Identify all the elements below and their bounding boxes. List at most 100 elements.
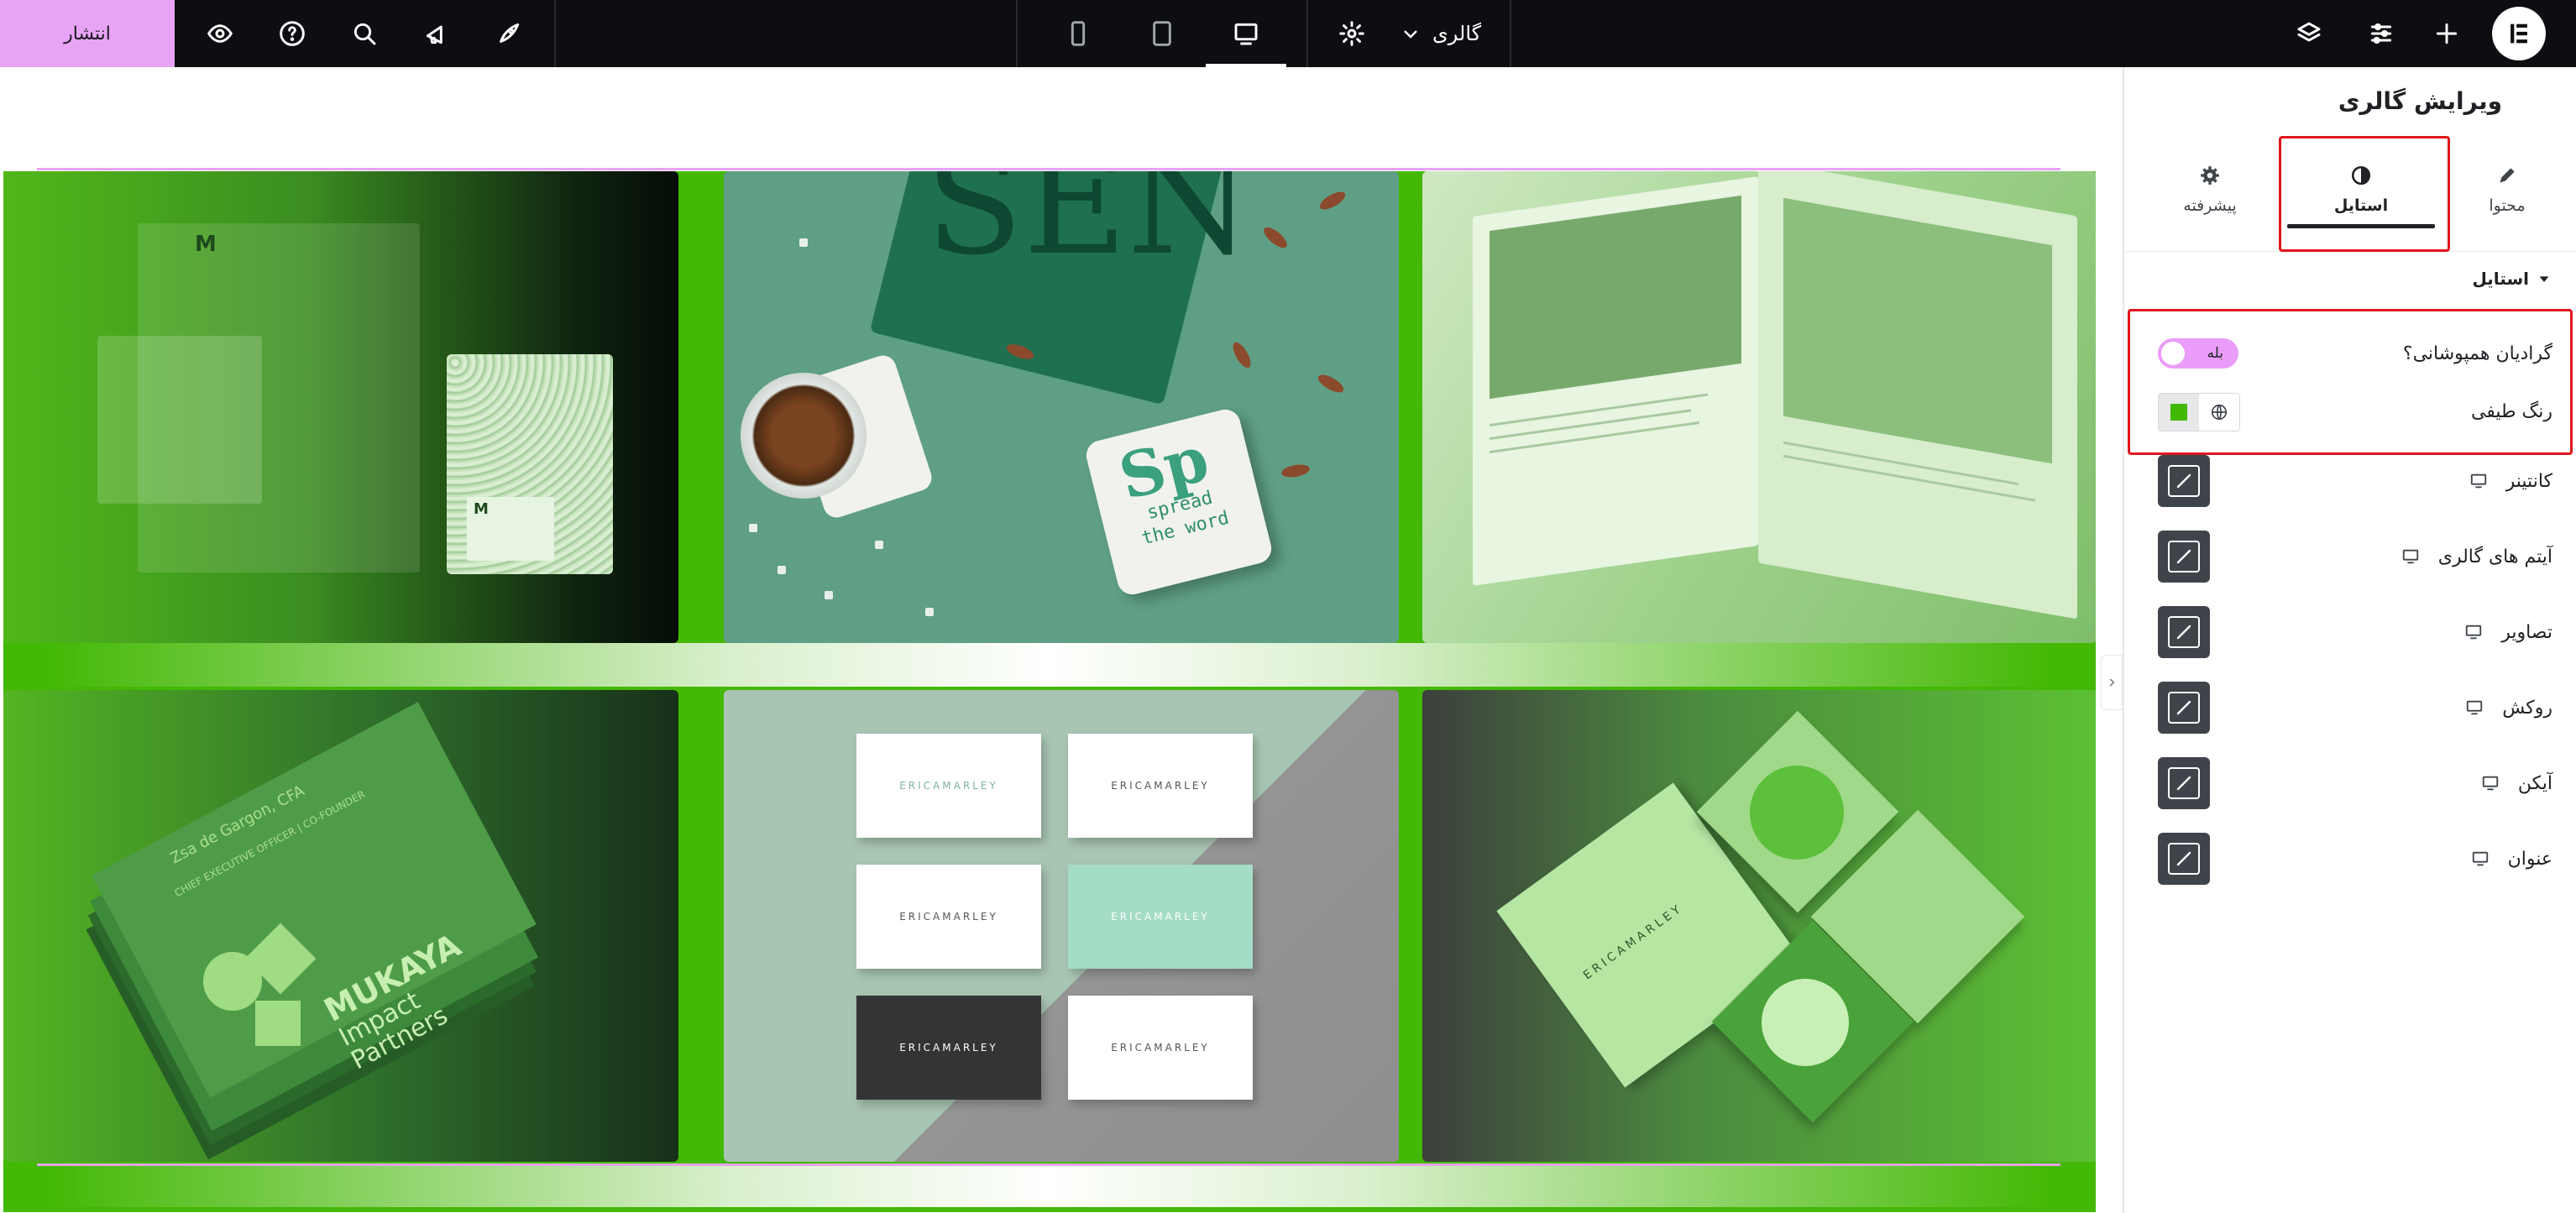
global-colors-button[interactable] xyxy=(2199,394,2239,431)
images-edit-button[interactable] xyxy=(2158,606,2210,658)
dried-leaf xyxy=(1229,339,1254,371)
panel-tabs: پیشرفته استایل محتوا xyxy=(2124,126,2576,252)
gallery-items-label: آیتم های گالری xyxy=(2437,546,2552,567)
publish-button[interactable]: انتشار xyxy=(0,0,175,67)
editor-canvas: M M SEN Sp spread the word Zsa de Gargon… xyxy=(0,67,2123,1213)
gallery-item-book[interactable] xyxy=(1422,171,2096,643)
color-swatch-button[interactable] xyxy=(2159,394,2199,431)
half-circle-icon xyxy=(2351,165,2371,186)
pencil-icon xyxy=(2176,625,2191,640)
control-images: تصاویر xyxy=(2124,606,2576,658)
teacup xyxy=(741,373,867,499)
page-photo xyxy=(1783,197,2052,464)
desktop-icon xyxy=(1234,23,1258,45)
salt-grain xyxy=(778,566,786,574)
business-card: ERICAMARLEY xyxy=(856,996,1041,1100)
announcement-icon[interactable] xyxy=(420,17,453,50)
section-title: استایل xyxy=(2472,269,2529,289)
chevron-down-icon xyxy=(1404,30,1417,39)
overlay-edit-button[interactable] xyxy=(2158,682,2210,734)
gallery-item-stationery[interactable]: M M xyxy=(3,171,678,643)
control-container: کانتینر xyxy=(2124,455,2576,507)
container-edit-button[interactable] xyxy=(2158,455,2210,507)
spectrum-color-label: رنگ طیفی xyxy=(2470,400,2552,422)
control-label-wrap: تصاویر xyxy=(2464,606,2552,658)
logo-mark: M xyxy=(474,500,489,518)
tablet-icon xyxy=(1153,21,1171,46)
gallery-widget[interactable]: M M SEN Sp spread the word Zsa de Gargon… xyxy=(3,171,2096,1212)
title-edit-button[interactable] xyxy=(2158,833,2210,885)
chevron-right-icon xyxy=(2109,678,2115,687)
gallery-item-square-cards[interactable]: ERICAMARLEY xyxy=(1422,690,2096,1162)
top-bar: انتشار گالری xyxy=(0,0,2576,67)
editor-panel: ویرایش گالری پیشرفته استایل محتوا استایل… xyxy=(2123,67,2576,1213)
circle-print xyxy=(1750,766,1844,860)
logo-mark: M xyxy=(195,232,217,257)
section-toggle-style[interactable]: استایل xyxy=(2472,269,2551,289)
toolbar-separator xyxy=(1306,0,1308,67)
page-photo xyxy=(1490,195,1741,400)
device-desktop-tab[interactable] xyxy=(1206,0,1286,67)
gallery-item-erica-cards[interactable]: ERICAMARLEY ERICAMARLEY ERICAMARLEY ERIC… xyxy=(724,690,1399,1162)
desktop-icon xyxy=(2472,851,2488,866)
gradient-band xyxy=(3,643,2096,687)
gallery-item-business-cards[interactable]: Zsa de Gargon, CFA CHIEF EXECUTIVE OFFIC… xyxy=(3,690,678,1162)
circle-print xyxy=(1762,979,1849,1066)
plus-icon[interactable] xyxy=(2430,17,2463,50)
search-icon[interactable] xyxy=(348,17,381,50)
control-label-wrap: آیکن xyxy=(2481,757,2552,809)
pencil-icon xyxy=(2500,168,2515,183)
tab-style[interactable]: استایل xyxy=(2279,139,2443,240)
tab-advanced[interactable]: پیشرفته xyxy=(2128,139,2292,240)
control-label-wrap: کانتینر xyxy=(2469,455,2552,507)
panel-title: ویرایش گالری xyxy=(2338,87,2502,115)
sliders-icon[interactable] xyxy=(2364,17,2398,50)
control-spectrum-color: رنگ طیفی xyxy=(2124,386,2576,437)
desktop-icon xyxy=(2470,473,2486,489)
pencil-icon xyxy=(2176,776,2191,791)
structure-icon[interactable] xyxy=(2292,17,2326,50)
desktop-icon xyxy=(2467,700,2483,715)
toolbar-separator xyxy=(554,0,556,67)
business-card: ERICAMARLEY xyxy=(856,865,1041,969)
stationery-envelope xyxy=(97,336,262,504)
images-label: تصاویر xyxy=(2501,621,2552,643)
book-cover-lettering: SEN xyxy=(925,171,1253,287)
desktop-icon xyxy=(2482,776,2499,791)
eye-icon[interactable] xyxy=(203,17,237,50)
gear-icon xyxy=(2201,166,2219,185)
geometric-shape xyxy=(255,1001,301,1046)
document-title-dropdown[interactable]: گالری xyxy=(1401,0,1481,67)
salt-grain xyxy=(925,608,934,616)
elementor-logo[interactable] xyxy=(2492,7,2546,60)
icon-edit-button[interactable] xyxy=(2158,757,2210,809)
gallery-item-coaster[interactable]: SEN Sp spread the word xyxy=(724,171,1399,643)
gradient-band xyxy=(3,1163,2096,1207)
overlay-gradient-toggle[interactable]: بله xyxy=(2158,338,2238,369)
device-tablet-tab[interactable] xyxy=(1122,0,1202,67)
business-card: ERICAMARLEY xyxy=(856,734,1041,838)
rocket-icon[interactable] xyxy=(492,17,526,50)
overlay-label: روکش xyxy=(2502,697,2552,719)
settings-icon[interactable] xyxy=(1335,17,1369,50)
device-mobile-tab[interactable] xyxy=(1038,0,1118,67)
selection-outline-top xyxy=(37,168,2060,170)
tab-content[interactable]: محتوا xyxy=(2425,139,2576,240)
color-swatch xyxy=(2170,404,2187,421)
help-icon[interactable] xyxy=(275,17,309,50)
container-label: کانتینر xyxy=(2505,470,2552,492)
tab-advanced-label: پیشرفته xyxy=(2183,196,2237,215)
control-overlay: روکش xyxy=(2124,682,2576,734)
control-title: عنوان xyxy=(2124,833,2576,885)
panel-collapse-toggle[interactable] xyxy=(2101,655,2123,710)
mobile-icon xyxy=(1071,21,1086,46)
salt-grain xyxy=(799,238,808,247)
overlay-gradient-label: گرادیان همپوشانی؟ xyxy=(2402,342,2552,364)
gallery-items-edit-button[interactable] xyxy=(2158,531,2210,583)
text-line xyxy=(1490,421,1699,454)
desktop-icon xyxy=(2402,549,2418,564)
dried-leaf xyxy=(1280,463,1311,479)
title-label: عنوان xyxy=(2507,848,2552,870)
icon-label: آیکن xyxy=(2517,772,2552,794)
pencil-icon xyxy=(2176,851,2191,866)
